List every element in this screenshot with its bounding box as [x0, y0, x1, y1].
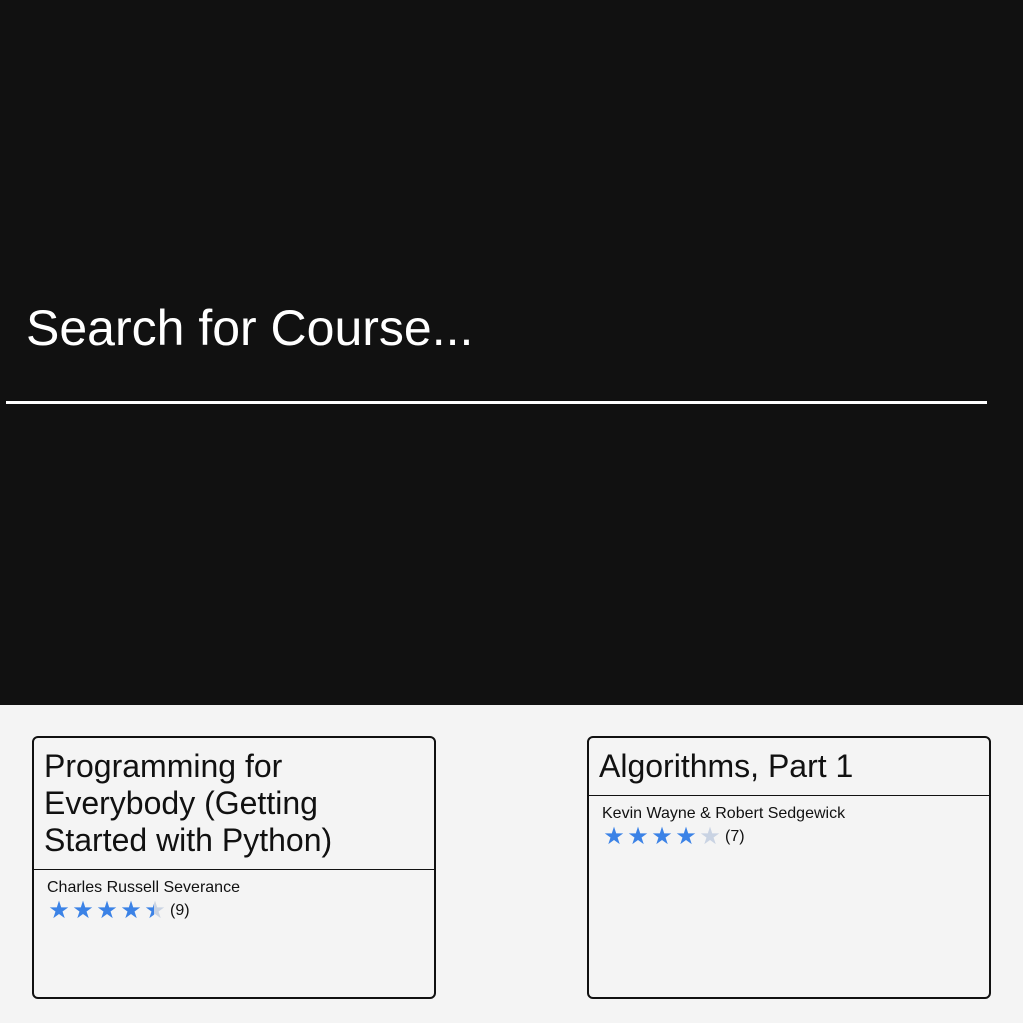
- course-author: Charles Russell Severance: [47, 879, 240, 896]
- rating-count: (9): [170, 902, 190, 919]
- rating: ★ ★ ★ ★ ★ (7): [602, 825, 976, 849]
- course-card[interactable]: Algorithms, Part 1 Kevin Wayne & Robert …: [587, 736, 991, 999]
- course-title[interactable]: Algorithms, Part 1: [589, 738, 989, 796]
- course-author: Kevin Wayne & Robert Sedgewick: [602, 805, 846, 822]
- course-card[interactable]: Programming for Everybody (Getting Start…: [32, 736, 436, 999]
- star-icon: ★: [96, 897, 118, 924]
- rating: ★ ★ ★ ★ ★ (9): [47, 899, 421, 923]
- course-results: Programming for Everybody (Getting Start…: [0, 705, 1023, 1023]
- search-input[interactable]: [6, 290, 987, 404]
- star-icon: ★: [144, 897, 166, 924]
- course-body: Charles Russell Severance ★ ★ ★ ★ ★ (9): [34, 870, 434, 931]
- star-icon: ★: [72, 897, 94, 924]
- course-title[interactable]: Programming for Everybody (Getting Start…: [34, 738, 434, 870]
- star-icon: ★: [675, 823, 697, 850]
- course-body: Kevin Wayne & Robert Sedgewick ★ ★ ★ ★ ★…: [589, 796, 989, 857]
- rating-count: (7): [725, 828, 745, 845]
- star-icon: ★: [699, 823, 721, 850]
- star-icon: ★: [603, 823, 625, 850]
- star-icon: ★: [627, 823, 649, 850]
- star-icon: ★: [651, 823, 673, 850]
- star-icon: ★: [48, 897, 70, 924]
- hero-section: [0, 0, 1023, 705]
- star-icon: ★: [120, 897, 142, 924]
